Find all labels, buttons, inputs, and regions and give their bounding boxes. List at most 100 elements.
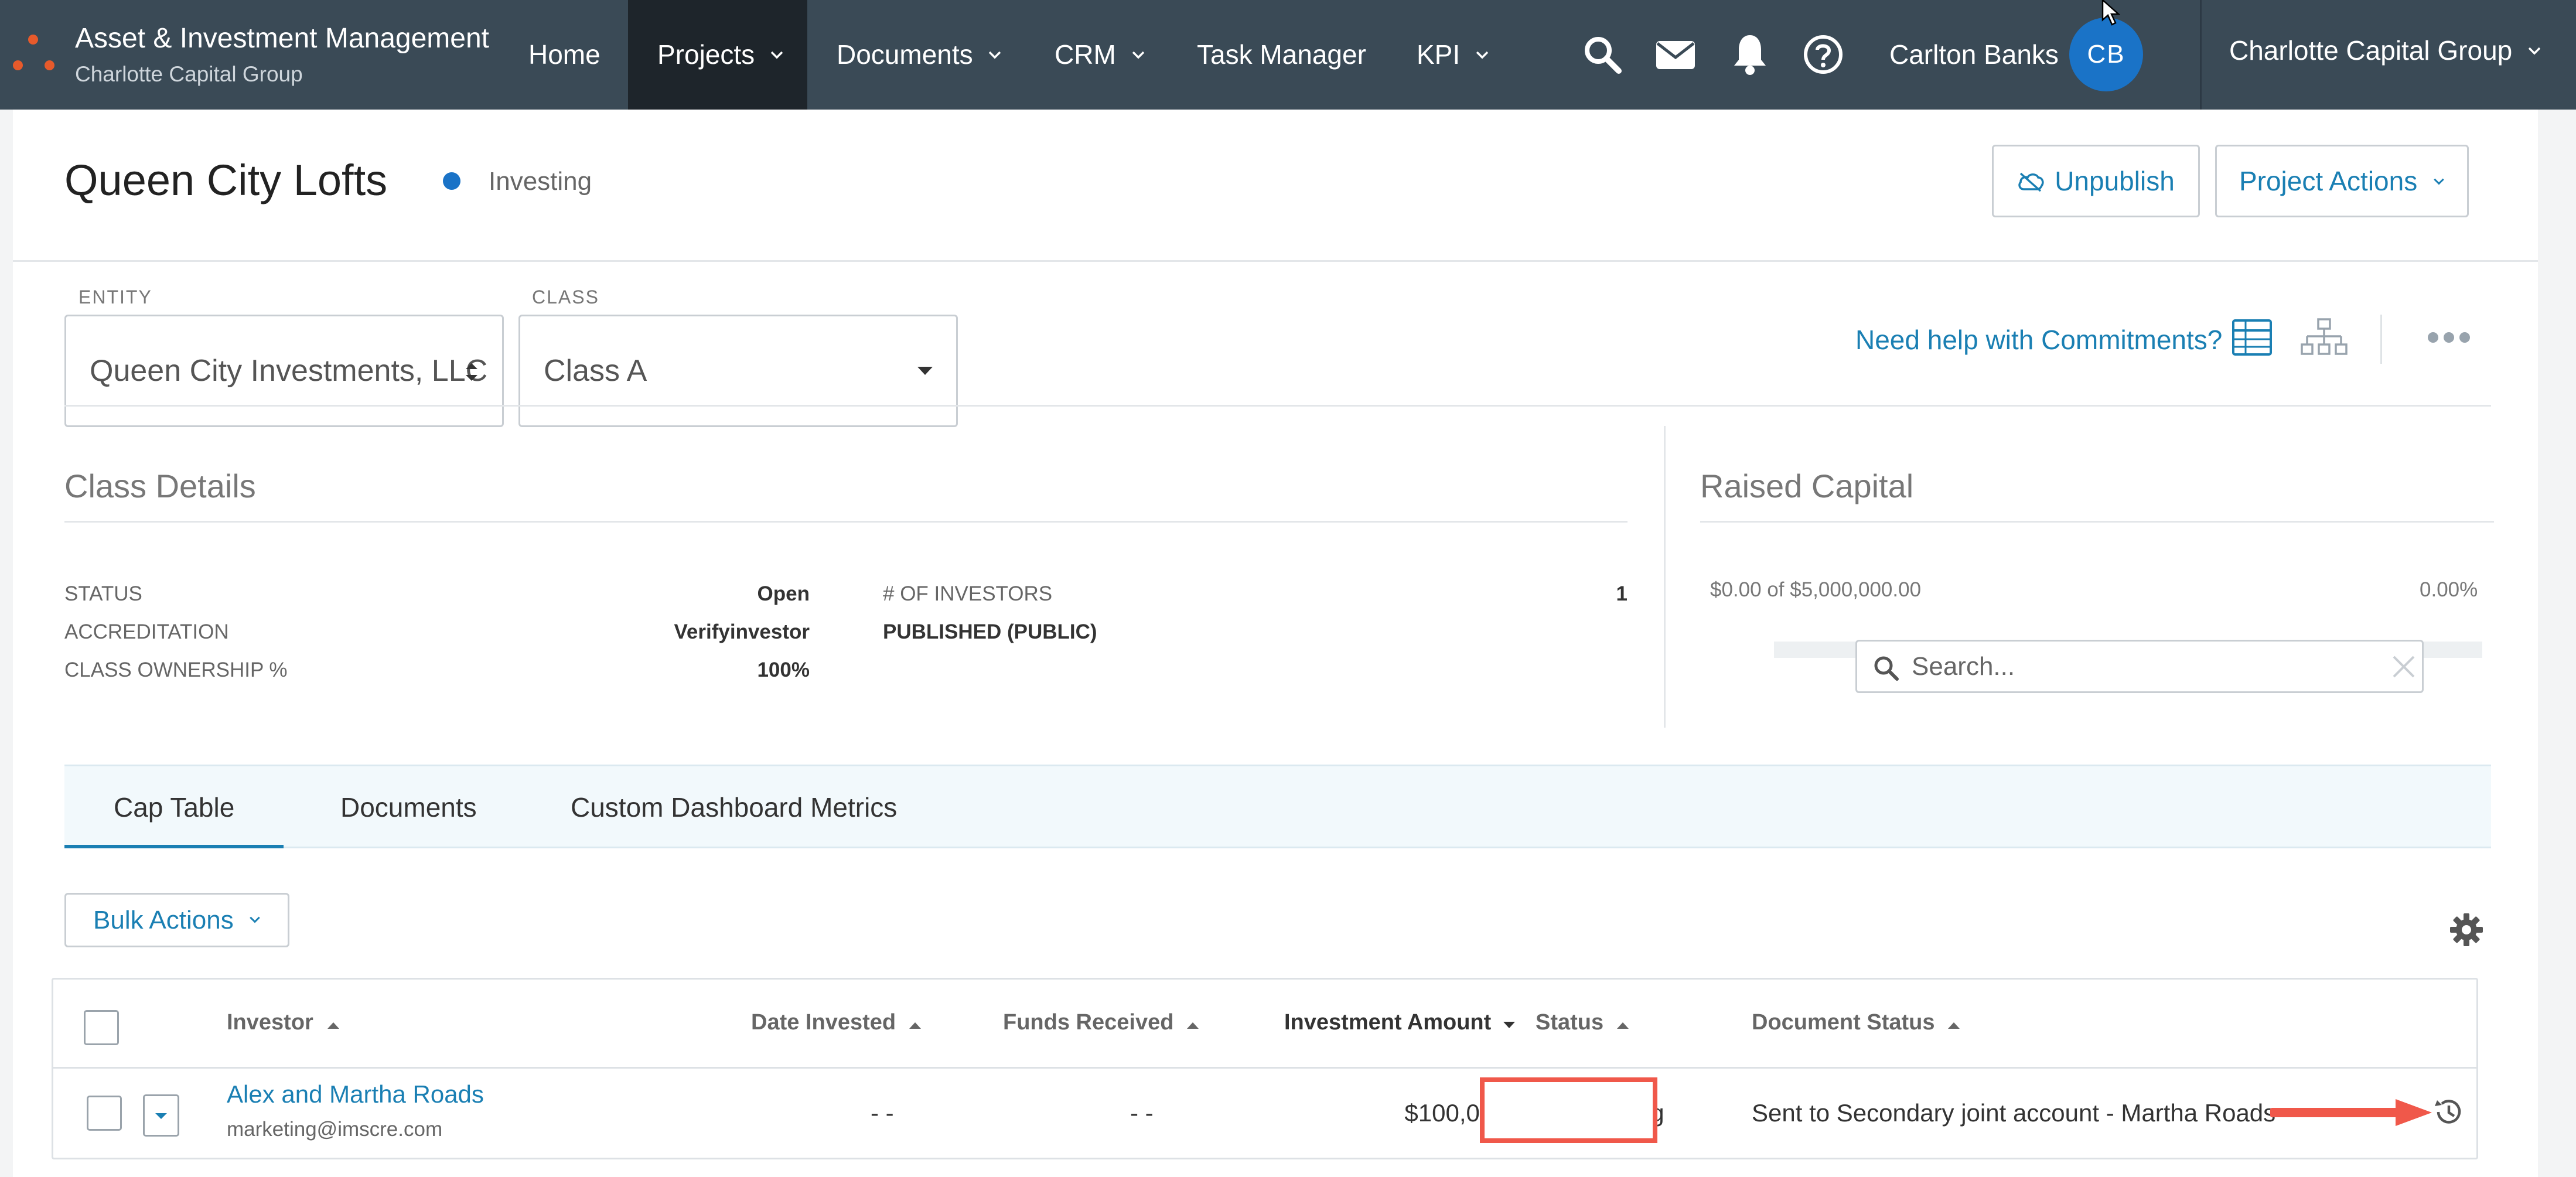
nav-item-crm[interactable]: CRM	[1055, 0, 1145, 110]
bell-icon[interactable]	[1732, 33, 1768, 76]
search-field	[1855, 640, 2424, 693]
sort-asc-icon	[1948, 1022, 1960, 1029]
project-status: Investing	[489, 167, 592, 196]
tab-cap-table[interactable]: Cap Table	[64, 766, 284, 848]
org-switcher[interactable]: Charlotte Capital Group	[2229, 0, 2541, 110]
unpublish-label: Unpublish	[2055, 166, 2175, 196]
sort-asc-icon	[1186, 1022, 1199, 1029]
tab-documents[interactable]: Documents	[340, 766, 477, 848]
commitments-help-link[interactable]: Need help with Commitments?	[1855, 324, 2222, 356]
investor-name-link[interactable]: Alex and Martha Roads	[227, 1080, 484, 1108]
detail-value: 100%	[757, 659, 810, 681]
search-icon[interactable]	[1582, 34, 1623, 75]
cap-table-grid: Investor Date Invested Funds Received In…	[52, 978, 2478, 1159]
chevron-down-icon	[1132, 51, 1144, 59]
chevron-down-icon	[1476, 51, 1489, 59]
chevron-down-icon	[989, 51, 1001, 59]
nav-item-task-manager[interactable]: Task Manager	[1197, 0, 1366, 110]
bulk-actions-label: Bulk Actions	[93, 906, 234, 934]
nav-item-label: KPI	[1417, 39, 1461, 70]
user-name[interactable]: Carlton Banks	[1889, 0, 2059, 110]
column-header-label: Date Invested	[751, 1010, 896, 1035]
class-value: Class A	[544, 354, 647, 388]
entity-label: ENTITY	[79, 286, 152, 308]
column-header-investor[interactable]: Investor	[227, 1010, 340, 1035]
column-header-label: Status	[1536, 1010, 1604, 1035]
select-all-checkbox[interactable]	[84, 1010, 119, 1045]
app-org-subtitle: Charlotte Capital Group	[75, 62, 303, 86]
raised-capital-percent: 0.00%	[2420, 578, 2478, 601]
investors-count-value: 1	[1616, 582, 1628, 605]
toolbar-divider	[2380, 315, 2382, 364]
caret-down-icon	[155, 1113, 167, 1119]
row-checkbox[interactable]	[87, 1096, 122, 1131]
select-arrows-icon	[466, 363, 477, 381]
row-expand-button[interactable]	[143, 1094, 179, 1137]
column-header-label: Investor	[227, 1010, 313, 1035]
table-view-icon[interactable]	[2232, 319, 2273, 356]
nav-divider	[2200, 0, 2202, 110]
project-actions-button[interactable]: Project Actions	[2215, 145, 2469, 217]
avatar[interactable]: CB	[2069, 18, 2143, 91]
gear-icon[interactable]	[2450, 913, 2483, 946]
help-icon[interactable]	[1803, 34, 1844, 75]
filters-divider	[64, 405, 2491, 407]
mouse-cursor-icon	[2101, 0, 2121, 26]
annotation-arrow	[2270, 1099, 2432, 1126]
history-icon[interactable]	[2432, 1096, 2465, 1128]
unpublish-button[interactable]: Unpublish	[1992, 145, 2200, 217]
column-header-status[interactable]: Status	[1536, 1010, 1630, 1035]
nav-item-documents[interactable]: Documents	[837, 0, 1001, 110]
nav-item-label: Documents	[837, 39, 973, 70]
column-header-investment-amount[interactable]: Investment Amount	[1284, 1010, 1516, 1035]
status-indicator	[443, 172, 460, 190]
mail-icon[interactable]	[1655, 40, 1696, 70]
more-options-icon[interactable]	[2427, 331, 2471, 344]
project-header: Queen City Lofts Investing Unpublish Pro…	[13, 110, 2538, 262]
detail-label: CLASS OWNERSHIP %	[64, 659, 288, 681]
chevron-down-icon	[2528, 47, 2541, 55]
column-header-document-status[interactable]: Document Status	[1752, 1010, 1961, 1035]
caret-down-icon	[917, 367, 933, 375]
brand-logo[interactable]	[12, 32, 59, 73]
document-status-value: Sent to Secondary joint account - Martha…	[1752, 1099, 2276, 1127]
detail-label: ACCREDITATION	[64, 620, 229, 643]
entity-value: Queen City Investments, LLC	[90, 354, 488, 388]
nav-item-kpi[interactable]: KPI	[1417, 0, 1489, 110]
project-actions-label: Project Actions	[2239, 166, 2418, 196]
search-icon	[1874, 656, 1899, 681]
tab-custom-dashboard-metrics[interactable]: Custom Dashboard Metrics	[571, 766, 897, 848]
app-title[interactable]: Asset & Investment Management	[75, 22, 489, 54]
sort-asc-icon	[909, 1022, 921, 1029]
published-status: PUBLISHED (PUBLIC)	[883, 620, 1097, 643]
class-details-title: Class Details	[64, 468, 256, 504]
chevron-down-icon	[2434, 178, 2444, 185]
raised-capital-title: Raised Capital	[1700, 468, 1914, 504]
entity-select[interactable]: Queen City Investments, LLC	[64, 315, 504, 427]
class-select[interactable]: Class A	[518, 315, 958, 427]
nav-item-label: Projects	[657, 39, 755, 70]
sort-asc-icon	[1616, 1022, 1629, 1029]
column-header-funds-received[interactable]: Funds Received	[1003, 1010, 1200, 1035]
class-details-divider	[64, 521, 1628, 523]
search-input[interactable]	[1912, 647, 2369, 685]
bulk-actions-button[interactable]: Bulk Actions	[64, 893, 289, 947]
clear-search-icon[interactable]	[2391, 654, 2416, 679]
chevron-down-icon	[770, 51, 783, 59]
column-header-date-invested[interactable]: Date Invested	[751, 1010, 922, 1035]
sort-asc-icon	[327, 1022, 340, 1029]
sort-desc-icon	[1503, 1022, 1515, 1028]
nav-item-home[interactable]: Home	[528, 0, 601, 110]
column-header-label: Funds Received	[1003, 1010, 1174, 1035]
funds-received-value: - -	[1130, 1099, 1154, 1127]
org-switcher-label: Charlotte Capital Group	[2229, 35, 2513, 66]
nav-item-projects[interactable]: Projects	[628, 0, 807, 110]
hierarchy-view-icon[interactable]	[2300, 318, 2348, 357]
column-header-label: Investment Amount	[1284, 1010, 1492, 1035]
nav-item-label: Home	[528, 39, 601, 70]
investor-email: marketing@imscre.com	[227, 1118, 443, 1141]
detail-value: Verifyinvestor	[674, 620, 810, 643]
section-divider	[1664, 426, 1666, 728]
raised-capital-summary: $0.00 of $5,000,000.00	[1710, 578, 1922, 601]
detail-value: Open	[757, 582, 810, 605]
